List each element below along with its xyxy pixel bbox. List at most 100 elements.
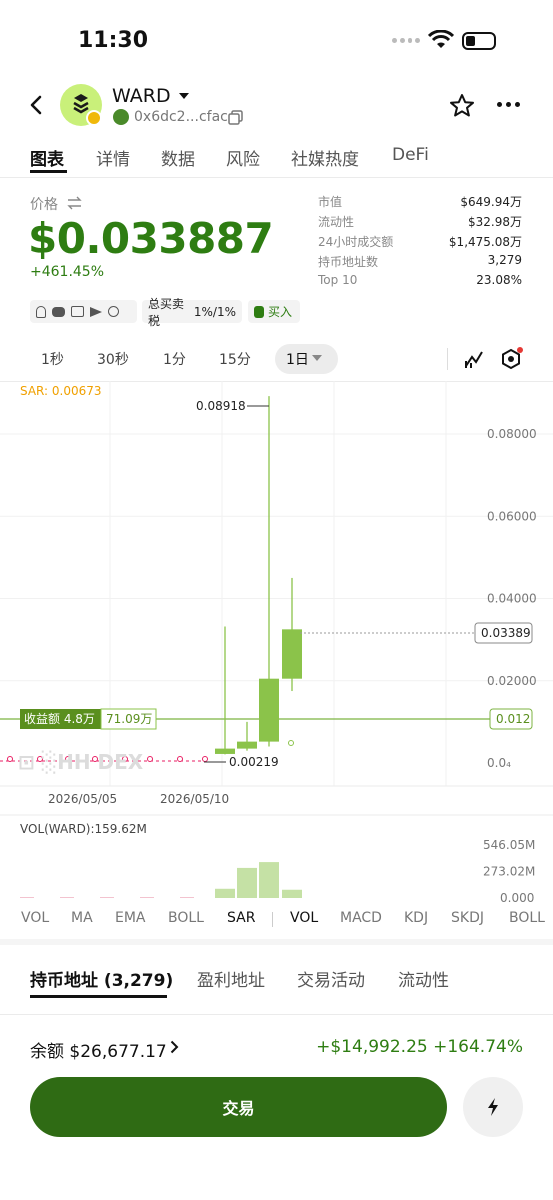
stat-value-liquidity: $32.98万: [468, 215, 522, 229]
interval-1s[interactable]: 1秒: [41, 349, 64, 369]
swap-icon[interactable]: [67, 196, 82, 210]
tax-value: 1%/1%: [193, 304, 236, 319]
balance-label[interactable]: 余额 $26,677.17: [30, 1037, 167, 1062]
tab-details[interactable]: 详情: [96, 145, 130, 170]
sar-dot-6: [177, 756, 183, 762]
indicator-kdj[interactable]: KDJ: [404, 910, 428, 926]
tab-chart[interactable]: 图表: [30, 145, 64, 170]
stat-key-volume24h: 24小时成交额: [318, 235, 394, 249]
sar-dot-5: [147, 756, 153, 762]
volume-bar-2: [259, 862, 279, 898]
tab-trade-activity[interactable]: 交易活动: [297, 966, 365, 991]
chain-badge-icon: [86, 110, 102, 126]
chevron-down-icon[interactable]: [179, 92, 189, 100]
token-avatar: [60, 84, 102, 126]
indicator-separator: [272, 912, 273, 927]
stat-key-top10: Top 10: [318, 273, 358, 287]
telegram-icon[interactable]: [90, 306, 102, 317]
price-label: 价格: [30, 197, 58, 213]
stat-value-holders: 3,279: [487, 253, 522, 267]
stat-value-top10: 23.08%: [476, 273, 522, 287]
x-tick-0: 2026/05/05: [48, 792, 117, 806]
volume-tick-1: 273.02M: [483, 865, 535, 879]
social-links-chip: [30, 300, 137, 323]
high-label: 0.08918: [196, 399, 246, 413]
indicator-vol[interactable]: VOL: [21, 910, 49, 926]
volume-tick-0: 546.05M: [483, 838, 535, 852]
user-icon[interactable]: [36, 305, 46, 318]
volume-bar-1: [237, 867, 257, 898]
volume-bar-faint-4: [180, 897, 194, 898]
candle-body-2: [259, 678, 279, 742]
wifi-icon: [428, 30, 454, 48]
ptabs-divider: [0, 1014, 553, 1015]
battery-icon: [462, 32, 496, 50]
website-icon[interactable]: [71, 306, 84, 317]
interval-30s[interactable]: 30秒: [97, 349, 129, 369]
indicator-sub-boll[interactable]: BOLL: [509, 910, 545, 926]
buy-chip[interactable]: 买入: [248, 300, 300, 323]
price-change: +461.45%: [30, 264, 105, 280]
dex-watermark: ⊡ ░HH DEX: [18, 750, 144, 774]
indicator-skdj[interactable]: SKDJ: [451, 910, 484, 926]
tab-holders[interactable]: 持币地址 (3,279): [30, 966, 173, 991]
cost-line-label: 0.012: [496, 712, 530, 726]
indicator-icon[interactable]: [463, 348, 485, 370]
y-tick-4: 0.0₄: [487, 756, 511, 770]
indicator-ma[interactable]: MA: [71, 910, 93, 926]
candle-body-0: [215, 748, 235, 754]
balance-pnl: +$14,992.25 +164.74%: [316, 1037, 523, 1057]
status-time: 11:30: [78, 28, 149, 53]
tab-defi[interactable]: DeFi: [392, 145, 429, 165]
lightning-icon: [488, 1098, 498, 1116]
indicator-ema[interactable]: EMA: [115, 910, 146, 926]
indicator-sar[interactable]: SAR: [227, 910, 255, 926]
volume-tick-2: 0.000: [500, 891, 534, 905]
contract-address: 0x6dc2...cfac: [134, 109, 228, 125]
more-icon[interactable]: [497, 102, 521, 108]
current-price-label: 0.03389: [481, 626, 531, 640]
stat-key-liquidity: 流动性: [318, 215, 355, 229]
interval-1m[interactable]: 1分: [163, 349, 186, 369]
tab-social[interactable]: 社媒热度: [291, 145, 359, 170]
y-tick-1: 0.06000: [487, 509, 537, 523]
candle-body-3: [282, 629, 302, 679]
money-bag-icon: [254, 305, 264, 318]
stat-key-marketcap: 市值: [318, 195, 343, 209]
interval-dropdown-icon[interactable]: [312, 355, 322, 362]
interval-15m[interactable]: 15分: [219, 349, 251, 369]
star-icon[interactable]: [449, 93, 475, 118]
candle-body-1: [237, 741, 257, 749]
trade-button[interactable]: 交易: [30, 1077, 447, 1137]
profit-value: 71.09万: [106, 712, 152, 726]
status-icons: [392, 30, 502, 52]
quick-trade-button[interactable]: [463, 1077, 523, 1137]
x-tick-1: 2026/05/10: [160, 792, 229, 806]
interval-1d[interactable]: 1日: [286, 349, 309, 369]
sar-dot-7: [202, 756, 208, 762]
sar-dot-last: [288, 740, 294, 746]
tax-chip: 总买卖税 1%/1%: [142, 297, 242, 328]
volume-bar-faint-1: [60, 897, 74, 898]
tab-data[interactable]: 数据: [161, 145, 195, 170]
stat-key-holders: 持币地址数: [318, 255, 379, 269]
discord-icon[interactable]: [52, 306, 65, 317]
indicator-boll[interactable]: BOLL: [168, 910, 204, 926]
search-icon[interactable]: [108, 306, 119, 317]
back-icon[interactable]: [28, 94, 44, 116]
stat-value-marketcap: $649.94万: [460, 195, 522, 209]
toolbar-separator: [447, 348, 448, 370]
volume-label: VOL(WARD):159.62M: [20, 822, 147, 836]
indicator-macd[interactable]: MACD: [340, 910, 382, 926]
indicator-sub-vol[interactable]: VOL: [290, 910, 318, 926]
tab-profit-addresses[interactable]: 盈利地址: [197, 966, 265, 991]
tax-label: 总买卖税: [148, 296, 185, 328]
chevron-right-icon[interactable]: [170, 1040, 179, 1054]
settings-icon[interactable]: [500, 347, 526, 371]
tab-liquidity[interactable]: 流动性: [398, 966, 449, 991]
buy-label: 买入: [268, 305, 293, 319]
y-tick-3: 0.02000: [487, 674, 537, 688]
price-chart[interactable]: ⊡ ░HH DEX 0.08918 0.00219 0.03389 0.012 收益额 4…: [0, 381, 553, 906]
copy-icon[interactable]: [228, 110, 243, 125]
tab-risk[interactable]: 风险: [226, 145, 260, 170]
